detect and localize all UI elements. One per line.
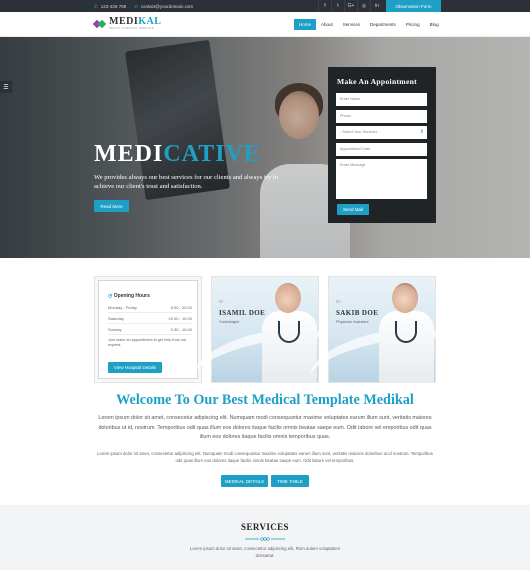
- doctor-prefix: Dr.: [219, 299, 225, 304]
- doctor-role: Cardiologist: [219, 320, 240, 324]
- brand-name: MEDIKAL: [109, 17, 161, 27]
- title-divider-ornament: [245, 537, 285, 541]
- google-plus-icon[interactable]: G+: [344, 0, 357, 12]
- read-more-button[interactable]: Read More: [94, 200, 129, 212]
- hero-title: MEDICATIVE: [94, 141, 261, 168]
- nav-item-about[interactable]: About: [316, 19, 338, 30]
- doctor-photo: [379, 279, 434, 383]
- nav-item-home[interactable]: Home: [294, 19, 317, 30]
- services-section: SERVICES Lorem ipsum dolor sit amet, con…: [0, 505, 530, 570]
- hero-section: ☰ MEDICATIVE We provides always our best…: [0, 37, 530, 258]
- doctor-card[interactable]: Dr. ISAMIL DOE Cardiologist: [187, 276, 347, 407]
- phone-icon: ✆: [94, 3, 98, 9]
- nav-item-blog[interactable]: Blog: [425, 19, 444, 30]
- welcome-lead-text: Lorem ipsum dolor sit amet, consecetur a…: [98, 415, 432, 440]
- opening-hours-title-text: Opening Hours: [113, 293, 150, 299]
- services-title: SERVICES: [241, 522, 289, 532]
- instagram-icon[interactable]: ◎: [357, 0, 370, 12]
- linkedin-icon[interactable]: in: [370, 0, 383, 12]
- hours-row: Sunday 9.30 - 18.00: [108, 327, 192, 335]
- settings-toggle-icon[interactable]: ☰: [0, 81, 12, 93]
- navbar: MEDIKAL HEALTH & MEDICAL TEMPLATE Home A…: [0, 12, 530, 37]
- phone-contact: ✆ 123-436-789: [94, 4, 126, 10]
- logo[interactable]: MEDIKAL HEALTH & MEDICAL TEMPLATE: [92, 17, 161, 30]
- envelope-icon: ✉: [134, 3, 138, 9]
- main-nav: Home About Services Departments Pricing …: [294, 19, 444, 30]
- opening-hours-title: ◷ Opening Hours: [108, 293, 150, 299]
- phone-input[interactable]: Phone: [336, 110, 427, 123]
- logo-icon: [92, 19, 107, 29]
- time-table-button[interactable]: TIME TABLE: [271, 475, 309, 487]
- welcome-title: Welcome To Our Best Medical Template Med…: [116, 392, 414, 408]
- email-contact[interactable]: ✉ contact@yourdomain.com: [134, 4, 193, 10]
- hours-row: Saturday 15.00 - 16.00: [108, 316, 192, 324]
- name-input[interactable]: Enter Name: [336, 93, 427, 106]
- welcome-small-text: Lorem ipsum dolor sit amet, consectetur …: [97, 451, 433, 464]
- email-address: contact@yourdomain.com: [140, 4, 194, 9]
- doctor-photo: [262, 279, 317, 383]
- twitter-icon[interactable]: t: [331, 0, 344, 12]
- hours-note: Just make an appointment to get help fro…: [108, 338, 187, 348]
- nav-item-pricing[interactable]: Pricing: [401, 19, 425, 30]
- doctor-role: Physician Assistant: [336, 320, 369, 324]
- opening-hours-card: ◷ Opening Hours Monday - Friday 8.00 - 20…: [94, 276, 202, 383]
- message-textarea[interactable]: Enter Message: [336, 159, 427, 199]
- brand-name-part1: MEDI: [109, 16, 139, 27]
- doctor-card[interactable]: Dr. SAKIB DOE Physician Assistant: [304, 276, 464, 407]
- clock-icon: ◷: [108, 293, 113, 299]
- nav-item-departments[interactable]: Departments: [365, 19, 401, 30]
- services-description: Lorem ipsum dolor sit amet, consectetur …: [189, 546, 341, 558]
- hero-description: We provides always our best services for…: [94, 174, 279, 190]
- doctor-prefix: Dr.: [336, 299, 342, 304]
- view-hospital-details-button[interactable]: View Hospital Details: [108, 362, 162, 373]
- appointment-form: Make An Appointment Enter Name Phone - S…: [328, 67, 436, 223]
- send-mail-button[interactable]: Send Mail: [337, 204, 369, 215]
- facebook-icon[interactable]: f: [318, 0, 331, 12]
- select-arrow-icon: ⇕: [419, 129, 424, 135]
- hero-title-part2: CATIVE: [163, 141, 261, 167]
- appointment-date-input[interactable]: Appointment Date: [336, 143, 427, 156]
- nav-item-services[interactable]: Services: [338, 19, 365, 30]
- social-links: f t G+ ◎ in: [318, 0, 383, 12]
- doctor-name: SAKIB DOE: [336, 309, 379, 317]
- phone-number: 123-436-789: [100, 4, 127, 9]
- doctor-name: ISAMIL DOE: [219, 309, 266, 317]
- brand-tagline: HEALTH & MEDICAL TEMPLATE: [109, 27, 154, 30]
- services-select-value: - Select Your Services -: [340, 130, 380, 134]
- hours-row: Monday - Friday 8.00 - 20.00: [108, 305, 192, 313]
- top-bar: ✆ 123-436-789 ✉ contact@yourdomain.com f…: [0, 0, 530, 12]
- observation-form-button[interactable]: Observation Form: [386, 0, 441, 12]
- medikal-details-button[interactable]: MEDIKAL DETAILS: [221, 475, 268, 487]
- brand-name-part2: KAL: [138, 16, 162, 27]
- services-select[interactable]: - Select Your Services - ⇕: [336, 126, 427, 139]
- appointment-title: Make An Appointment: [337, 77, 417, 86]
- hero-title-part1: MEDI: [94, 141, 164, 167]
